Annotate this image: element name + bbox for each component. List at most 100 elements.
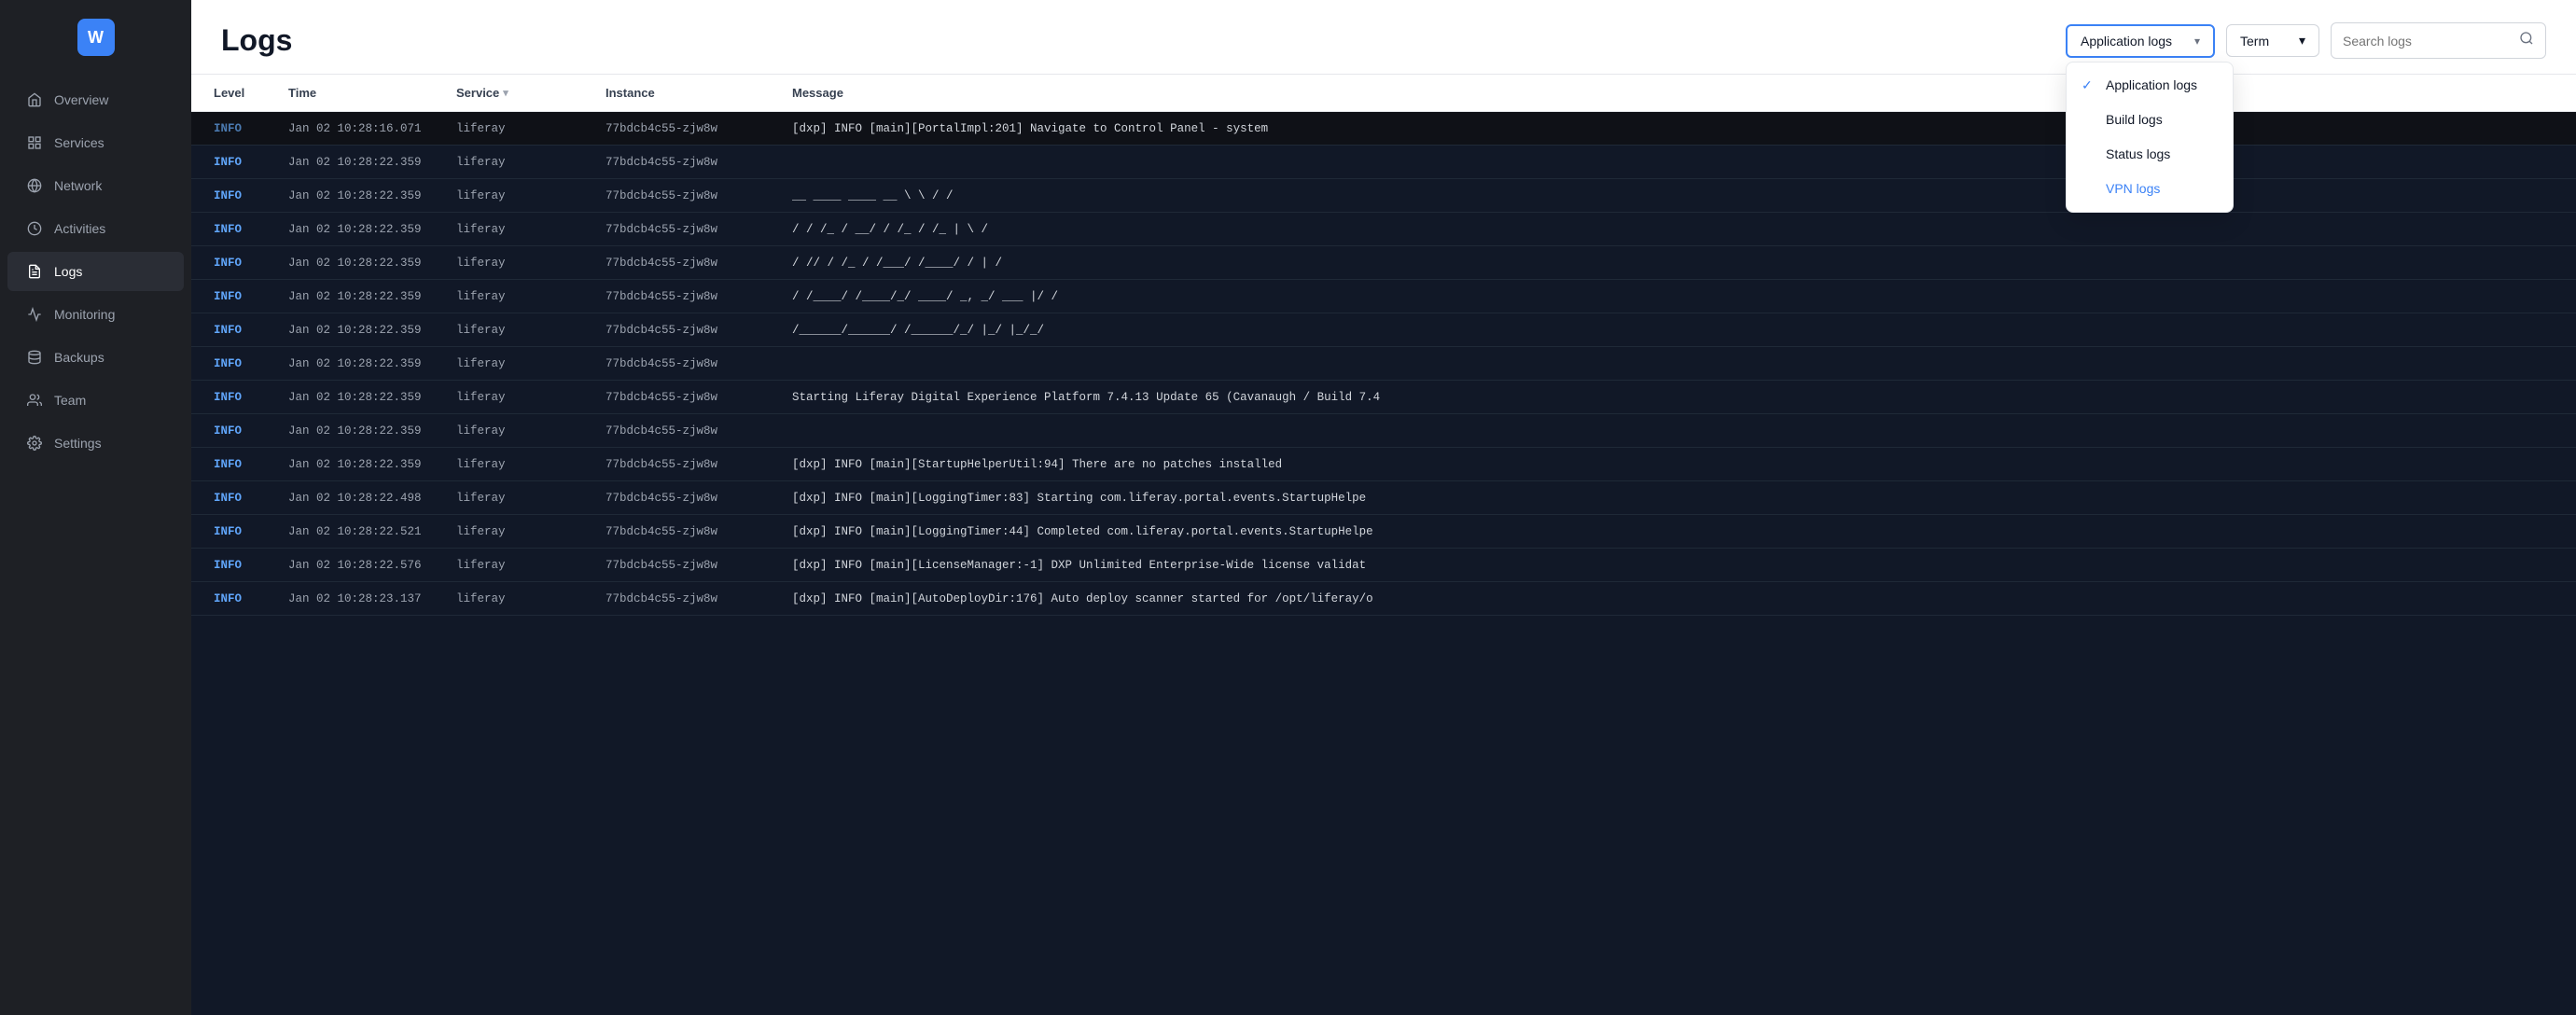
cell-level: INFO [214, 391, 288, 404]
col-header-service[interactable]: Service ▾ [456, 86, 606, 100]
cell-message: [dxp] INFO [main][LicenseManager:-1] DXP… [792, 559, 2554, 572]
sidebar-item-network[interactable]: Network [7, 166, 184, 205]
cell-service: liferay [456, 357, 606, 370]
dropdown-option-build[interactable]: ✓ Build logs [2067, 103, 2233, 137]
sidebar-item-logs[interactable]: Logs [7, 252, 184, 291]
cell-level: INFO [214, 525, 288, 538]
sidebar-label-logs: Logs [54, 264, 82, 279]
table-row: INFO Jan 02 10:28:22.359 liferay 77bdcb4… [191, 313, 2576, 347]
cell-level: INFO [214, 257, 288, 270]
cell-message: / // / /_ / /___/ /____/ / | / [792, 257, 2554, 270]
cell-level: INFO [214, 357, 288, 370]
sidebar-item-activities[interactable]: Activities [7, 209, 184, 248]
grid-icon [26, 134, 43, 151]
logs-table-wrapper: Level Time Service ▾ Instance Message IN… [191, 75, 2576, 1015]
sidebar-item-backups[interactable]: Backups [7, 338, 184, 377]
cell-level: INFO [214, 122, 288, 135]
cell-message: [dxp] INFO [main][StartupHelperUtil:94] … [792, 458, 2554, 471]
dropdown-option-vpn[interactable]: ✓ VPN logs [2067, 172, 2233, 206]
sidebar-label-backups: Backups [54, 350, 104, 365]
col-header-level: Level [214, 86, 288, 100]
sidebar: W Overview Services Network Activities L… [0, 0, 191, 1015]
cell-level: INFO [214, 424, 288, 438]
home-icon [26, 91, 43, 108]
cell-level: INFO [214, 223, 288, 236]
header-controls: Application logs ▾ ✓ Application logs ✓ … [2066, 22, 2546, 59]
cell-instance: 77bdcb4c55-zjw8w [606, 324, 792, 337]
dropdown-option-vpn-label: VPN logs [2106, 181, 2160, 196]
sidebar-label-activities: Activities [54, 221, 105, 236]
sidebar-item-settings[interactable]: Settings [7, 424, 184, 463]
main-content: Logs Application logs ▾ ✓ Application lo… [191, 0, 2576, 1015]
search-container [2331, 22, 2546, 59]
cell-instance: 77bdcb4c55-zjw8w [606, 290, 792, 303]
cell-time: Jan 02 10:28:22.359 [288, 290, 456, 303]
cell-time: Jan 02 10:28:16.071 [288, 122, 456, 135]
dropdown-option-status-label: Status logs [2106, 146, 2170, 161]
table-row: INFO Jan 02 10:28:23.137 liferay 77bdcb4… [191, 582, 2576, 616]
cell-instance: 77bdcb4c55-zjw8w [606, 223, 792, 236]
sidebar-item-overview[interactable]: Overview [7, 80, 184, 119]
cell-service: liferay [456, 391, 606, 404]
settings-icon [26, 435, 43, 452]
users-icon [26, 392, 43, 409]
cell-service: liferay [456, 559, 606, 572]
cell-service: liferay [456, 458, 606, 471]
cell-service: liferay [456, 122, 606, 135]
cell-time: Jan 02 10:28:22.359 [288, 391, 456, 404]
cell-instance: 77bdcb4c55-zjw8w [606, 357, 792, 370]
dropdown-option-application[interactable]: ✓ Application logs [2067, 68, 2233, 103]
cell-level: INFO [214, 156, 288, 169]
sidebar-label-settings: Settings [54, 436, 102, 451]
term-dropdown-button[interactable]: Term ▾ [2226, 24, 2319, 57]
term-label: Term [2240, 34, 2269, 49]
cell-time: Jan 02 10:28:23.137 [288, 592, 456, 605]
cell-message: / / /_ / __/ / /_ / /_ | \ / [792, 223, 2554, 236]
cell-service: liferay [456, 424, 606, 438]
cell-instance: 77bdcb4c55-zjw8w [606, 257, 792, 270]
cell-message: [dxp] INFO [main][LoggingTimer:44] Compl… [792, 525, 2554, 538]
table-row: INFO Jan 02 10:28:22.359 liferay 77bdcb4… [191, 246, 2576, 280]
cell-message: /______/______/ /______/_/ |_/ |_/_/ [792, 324, 2554, 337]
dropdown-option-status[interactable]: ✓ Status logs [2067, 137, 2233, 172]
cell-message: [dxp] INFO [main][LoggingTimer:83] Start… [792, 492, 2554, 505]
cell-level: INFO [214, 492, 288, 505]
table-row: INFO Jan 02 10:28:22.359 liferay 77bdcb4… [191, 448, 2576, 481]
database-icon [26, 349, 43, 366]
cell-time: Jan 02 10:28:22.359 [288, 156, 456, 169]
cell-message: [dxp] INFO [main][PortalImpl:201] Naviga… [792, 122, 2554, 135]
sidebar-label-overview: Overview [54, 92, 108, 107]
search-input[interactable] [2343, 34, 2512, 49]
page-title: Logs [221, 23, 292, 58]
sidebar-label-team: Team [54, 393, 86, 408]
search-icon [2519, 31, 2534, 50]
header: Logs Application logs ▾ ✓ Application lo… [191, 0, 2576, 75]
cell-service: liferay [456, 290, 606, 303]
log-type-dropdown-button[interactable]: Application logs ▾ [2066, 24, 2215, 58]
sort-icon: ▾ [503, 87, 508, 99]
sidebar-item-team[interactable]: Team [7, 381, 184, 420]
cell-service: liferay [456, 492, 606, 505]
cell-service: liferay [456, 223, 606, 236]
sidebar-item-monitoring[interactable]: Monitoring [7, 295, 184, 334]
cell-instance: 77bdcb4c55-zjw8w [606, 424, 792, 438]
cell-time: Jan 02 10:28:22.521 [288, 525, 456, 538]
cell-level: INFO [214, 290, 288, 303]
sidebar-item-services[interactable]: Services [7, 123, 184, 162]
table-row: INFO Jan 02 10:28:22.359 liferay 77bdcb4… [191, 414, 2576, 448]
check-icon: ✓ [2082, 77, 2096, 93]
chart-icon [26, 306, 43, 323]
log-type-dropdown-container: Application logs ▾ ✓ Application logs ✓ … [2066, 24, 2215, 58]
cell-message: __ ____ ____ __ \ \ / / [792, 189, 2554, 202]
cell-instance: 77bdcb4c55-zjw8w [606, 458, 792, 471]
cell-level: INFO [214, 559, 288, 572]
cell-time: Jan 02 10:28:22.359 [288, 357, 456, 370]
sidebar-label-services: Services [54, 135, 104, 150]
cell-time: Jan 02 10:28:22.576 [288, 559, 456, 572]
cell-time: Jan 02 10:28:22.359 [288, 458, 456, 471]
cell-message: [dxp] INFO [main][AutoDeployDir:176] Aut… [792, 592, 2554, 605]
sidebar-label-network: Network [54, 178, 102, 193]
cell-service: liferay [456, 324, 606, 337]
cell-level: INFO [214, 592, 288, 605]
log-type-dropdown-menu: ✓ Application logs ✓ Build logs ✓ Status… [2066, 62, 2234, 213]
